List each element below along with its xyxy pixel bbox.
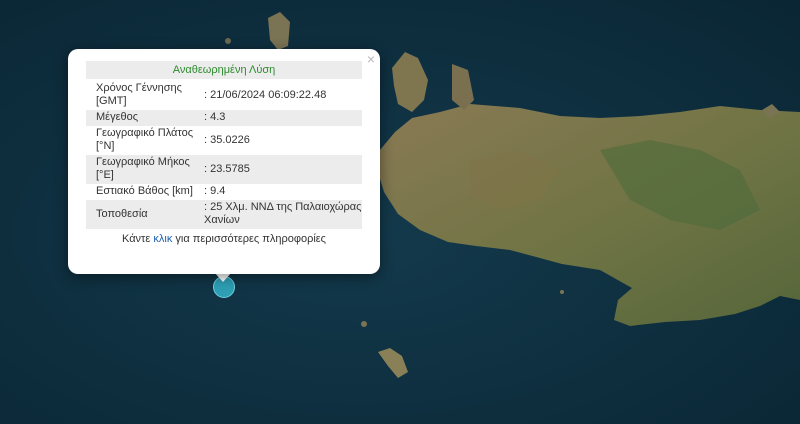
row-origin-time: Χρόνος Γέννησης [GMT] : 21/06/2024 06:09…	[86, 81, 362, 110]
row-location: Τοποθεσία : 25 Χλμ. ΝΝΔ της Παλαιοχώρας …	[86, 200, 362, 229]
earthquake-info-popup: × Αναθεωρημένη Λύση Χρόνος Γέννησης [GMT…	[68, 49, 380, 274]
row-value: : 9.4	[204, 185, 226, 197]
row-label: Χρόνος Γέννησης [GMT]	[96, 82, 182, 107]
row-latitude: Γεωγραφικό Πλάτος [°N] : 35.0226	[86, 126, 362, 155]
row-label: Γεωγραφικό Μήκος [°E]	[96, 156, 190, 181]
row-value: : 25 Χλμ. ΝΝΔ της Παλαιοχώρας Χανίων	[204, 201, 362, 226]
row-depth: Εστιακό Βάθος [km] : 9.4	[86, 184, 362, 200]
map-canvas[interactable]: × Αναθεωρημένη Λύση Χρόνος Γέννησης [GMT…	[0, 0, 800, 424]
more-info-link[interactable]: κλικ	[153, 233, 172, 245]
row-value: : 21/06/2024 06:09:22.48	[204, 88, 327, 101]
row-label: Εστιακό Βάθος [km]	[96, 185, 193, 197]
row-value: : 23.5785	[204, 162, 250, 175]
close-icon[interactable]: ×	[367, 52, 375, 66]
more-prefix: Κάντε	[122, 233, 154, 245]
details-table: Χρόνος Γέννησης [GMT] : 21/06/2024 06:09…	[86, 81, 362, 229]
more-suffix: για περισσότερες πληροφορίες	[172, 233, 326, 245]
row-label: Τοποθεσία	[96, 207, 148, 220]
popup-title: Αναθεωρημένη Λύση	[86, 61, 362, 79]
row-magnitude: Μέγεθος : 4.3	[86, 110, 362, 126]
row-value: : 35.0226	[204, 133, 250, 146]
row-label: Γεωγραφικό Πλάτος [°N]	[96, 127, 194, 152]
row-value: : 4.3	[204, 111, 226, 123]
row-label: Μέγεθος	[96, 111, 139, 123]
more-info-line: Κάντε κλικ για περισσότερες πληροφορίες	[86, 233, 362, 245]
row-longitude: Γεωγραφικό Μήκος [°E] : 23.5785	[86, 155, 362, 184]
